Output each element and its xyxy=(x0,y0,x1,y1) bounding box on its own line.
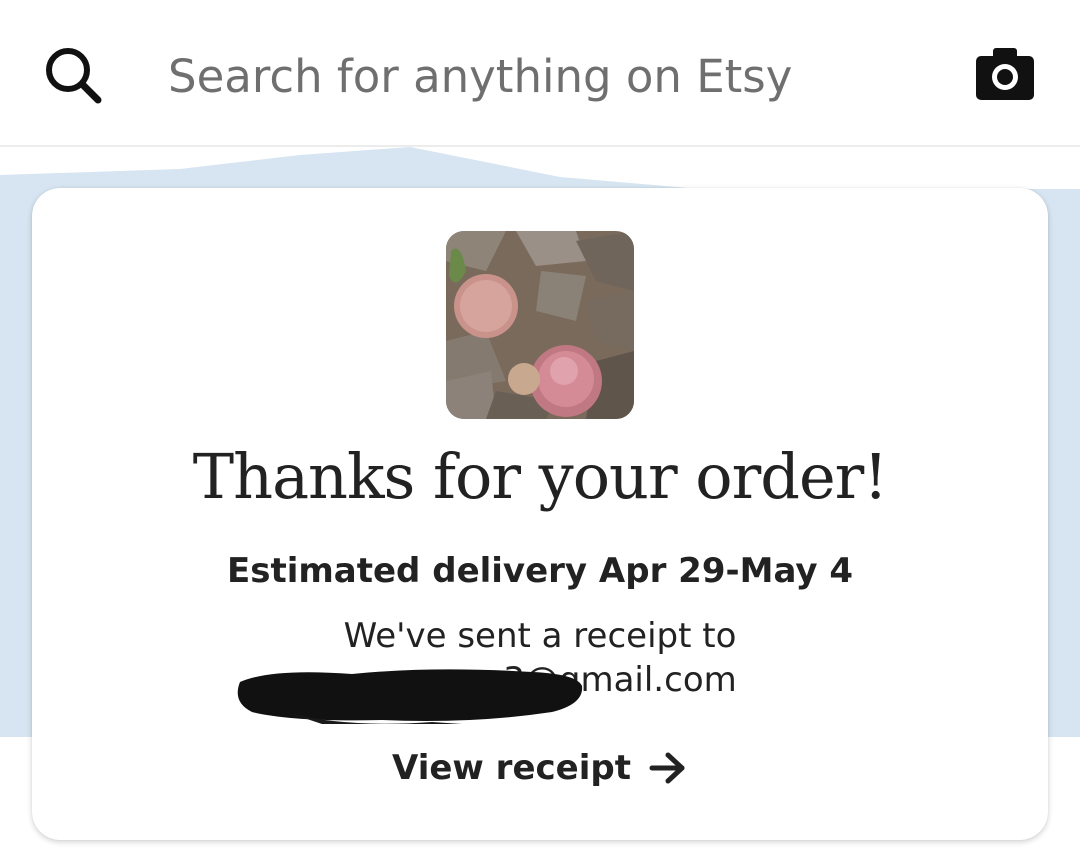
order-confirmation-card: Thanks for your order! Estimated deliver… xyxy=(32,188,1048,840)
estimated-delivery: Estimated delivery Apr 29-May 4 xyxy=(227,551,853,591)
receipt-notice: We've sent a receipt to xyxy=(343,616,737,656)
search-icon[interactable] xyxy=(40,42,106,108)
camera-icon[interactable] xyxy=(974,46,1036,102)
redaction-mark xyxy=(237,669,583,724)
view-receipt-label: View receipt xyxy=(392,748,631,788)
search-bar xyxy=(0,0,1080,147)
page-title: Thanks for your order! xyxy=(192,440,888,513)
product-image[interactable] xyxy=(446,231,634,419)
arrow-right-icon xyxy=(649,752,685,784)
view-receipt-button[interactable]: View receipt xyxy=(392,748,687,788)
search-input[interactable] xyxy=(168,44,928,108)
